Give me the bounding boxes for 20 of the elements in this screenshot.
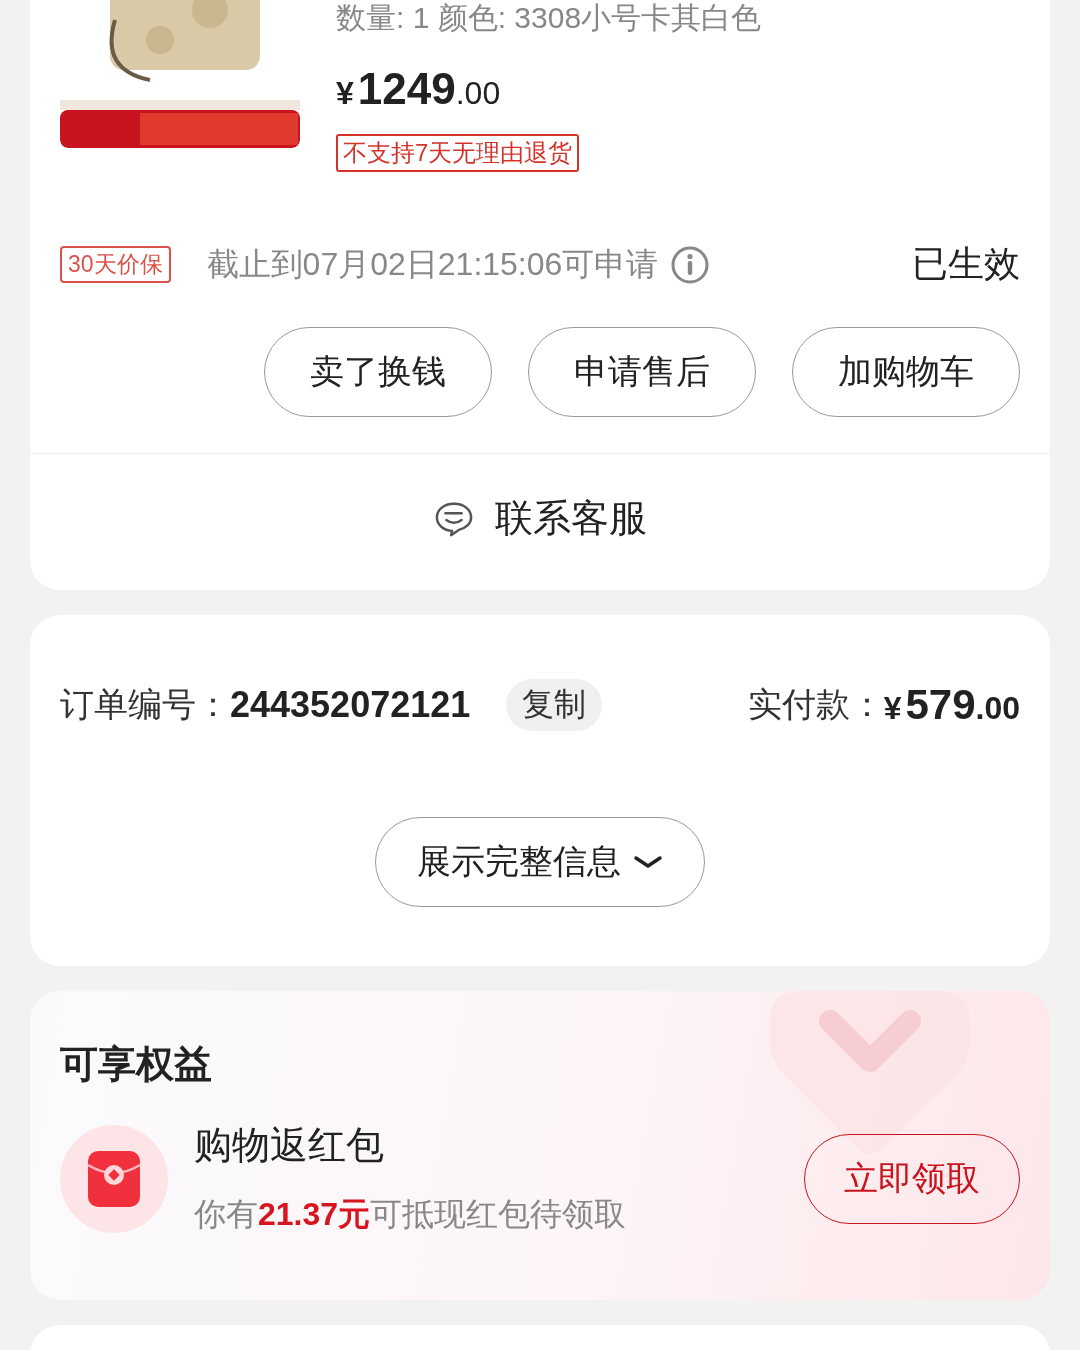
action-button[interactable]: 申请售后 — [528, 327, 756, 417]
action-button[interactable]: 加购物车 — [792, 327, 1020, 417]
return-policy-tag: 不支持7天无理由退货 — [336, 134, 580, 172]
product-price: ¥1249.00 — [336, 64, 502, 114]
product-specs: 数量: 1 颜色: 3308小号卡其白色 — [336, 0, 762, 36]
benefit-title: 购物返红包 — [194, 1123, 385, 1168]
action-button[interactable]: 卖了换钱 — [264, 327, 492, 417]
info-icon — [670, 244, 711, 285]
order-number: 244352072121 — [230, 684, 471, 726]
expand-button[interactable]: 展示完整信息 — [375, 817, 705, 907]
section-title: 可享权益 — [59, 1042, 212, 1087]
benefit-description: 你有21.37元可抵现红包待领取 — [194, 1195, 628, 1234]
order-number-label: 订单编号： — [60, 684, 230, 725]
paid-label: 实付款： — [747, 684, 884, 725]
price-protect-badge: 30天价保 — [60, 246, 171, 283]
paid-amount: ¥579.00 — [883, 681, 1020, 729]
deadline-text: 截止到07月02日21:15:06可申请 — [206, 244, 659, 284]
chevron-down-icon — [633, 855, 663, 869]
status-text: 已生效 — [912, 242, 1020, 286]
copy-button[interactable]: 复制 — [506, 679, 603, 731]
